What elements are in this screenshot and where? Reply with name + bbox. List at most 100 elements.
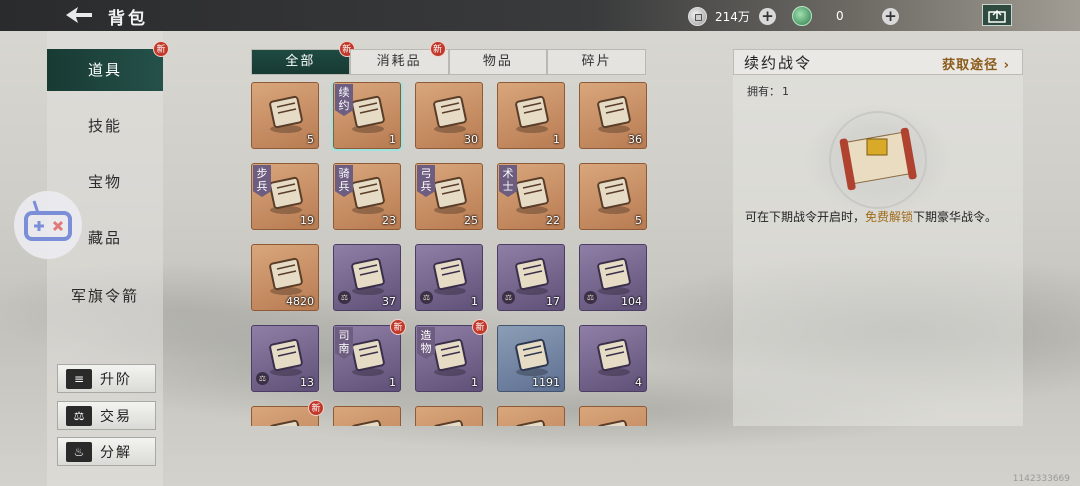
desc-text: 可在下期战令开启时， — [745, 210, 866, 224]
item-slot[interactable]: 新 — [251, 400, 324, 426]
item-slot[interactable]: 1191 — [497, 325, 565, 392]
item-count: 13 — [300, 376, 314, 389]
item-slot[interactable]: ⚖ 17 — [497, 244, 565, 311]
item-grid: 5 续约 1 30 1 36 步兵 19 骑兵 23 弓兵 25 术士 22 5 4820 ⚖ 37 ⚖ 1 ⚖ 17 ⚖ 1… — [251, 82, 651, 426]
item-slot[interactable]: 造物 1 新 — [415, 319, 488, 392]
item-slot[interactable]: 5 — [251, 82, 319, 149]
item-icon — [510, 415, 554, 426]
tab-all[interactable]: 全部 新 — [251, 41, 355, 75]
desc-text: 下期豪华战令。 — [913, 210, 998, 224]
item-tag: 续约 — [335, 84, 353, 116]
item-slot[interactable]: 5 — [579, 163, 647, 230]
owned-label: 拥有： — [747, 85, 780, 98]
sidebar-item-skills[interactable]: 技能 — [47, 105, 163, 147]
item-slot[interactable]: 续约 1 — [331, 82, 403, 151]
back-arrow-icon — [66, 7, 92, 23]
seal-token-icon — [264, 334, 308, 378]
chevron-right-icon: › — [1003, 58, 1010, 73]
drum-icon — [510, 253, 554, 297]
decompose-button[interactable]: ♨ 分解 — [57, 437, 156, 466]
obtain-source-label: 获取途径 — [942, 58, 999, 73]
item-slot[interactable]: 1 — [497, 82, 565, 149]
item-slot[interactable]: ⚖ 104 — [579, 244, 647, 311]
user-id: 1142333669 — [1012, 474, 1070, 484]
trade-label: 交易 — [100, 408, 132, 425]
tradable-scale-icon: ⚖ — [256, 372, 269, 385]
back-button[interactable] — [64, 5, 94, 25]
tab-label: 全部 — [285, 54, 316, 69]
item-tag: 步兵 — [253, 165, 271, 197]
tradable-scale-icon: ⚖ — [420, 291, 433, 304]
item-slot[interactable]: 4 — [579, 325, 647, 392]
obtain-source-link[interactable]: 获取途径 › — [942, 54, 1010, 73]
item-count: 1 — [389, 133, 396, 146]
item-tag: 造物 — [417, 327, 435, 359]
upgrade-icon: ≡ — [66, 368, 92, 389]
gamepad-overlay-button[interactable] — [14, 191, 82, 259]
item-slot[interactable] — [579, 406, 647, 426]
new-badge: 新 — [390, 319, 406, 335]
item-slot[interactable] — [415, 406, 483, 426]
add-silver-button[interactable]: + — [759, 7, 776, 25]
item-count: 5 — [635, 214, 642, 227]
item-count: 1 — [553, 133, 560, 146]
rolled-scroll-icon — [592, 172, 636, 216]
share-button[interactable] — [982, 4, 1012, 26]
tab-label: 消耗品 — [376, 54, 422, 69]
item-count: 36 — [628, 133, 642, 146]
item-slot[interactable]: ⚖ 13 — [251, 325, 319, 392]
item-slot[interactable]: 步兵 19 — [251, 163, 319, 230]
item-slot[interactable]: 弓兵 25 — [415, 163, 483, 230]
scale-icon: ⚖ — [66, 405, 92, 426]
top-bar: 背包 214万 + 0 + — [0, 0, 1080, 31]
tradable-scale-icon: ⚖ — [502, 291, 515, 304]
jade-value: 0 — [836, 9, 844, 23]
item-slot[interactable]: ⚖ 37 — [333, 244, 401, 311]
sidebar-item-banners[interactable]: 军旗令箭 — [47, 275, 163, 317]
add-jade-button[interactable]: + — [882, 7, 899, 25]
share-icon — [988, 9, 1006, 23]
item-count: 1191 — [532, 376, 560, 389]
item-slot[interactable]: ⚖ 1 — [415, 244, 483, 311]
owned-value: 1 — [782, 85, 789, 98]
item-slot[interactable] — [333, 406, 401, 426]
bamboo-slips-icon — [264, 253, 308, 297]
silver-value: 214万 — [715, 9, 750, 24]
item-count: 1 — [471, 295, 478, 308]
supplies-icon — [510, 334, 554, 378]
tab-consumables[interactable]: 消耗品 新 — [349, 41, 449, 75]
item-description: 可在下期战令开启时，免费解锁下期豪华战令。 — [745, 207, 1011, 228]
item-tabs: 全部 新 消耗品 新 物品 碎片 — [251, 41, 646, 75]
item-slot[interactable]: 司南 1 新 — [333, 319, 406, 392]
item-tag: 弓兵 — [417, 165, 435, 197]
tab-goods[interactable]: 物品 — [448, 49, 548, 75]
letter-scroll-icon — [510, 91, 554, 135]
new-badge: 新 — [472, 319, 488, 335]
item-count: 25 — [464, 214, 478, 227]
item-icon — [346, 415, 390, 426]
item-slot[interactable] — [497, 406, 565, 426]
item-count: 1 — [389, 376, 396, 389]
decompose-label: 分解 — [100, 444, 132, 461]
detail-title: 续约战令 — [744, 54, 813, 72]
tab-fragments[interactable]: 碎片 — [547, 49, 646, 75]
item-slot[interactable]: 骑兵 23 — [333, 163, 401, 230]
sidebar-item-items[interactable]: 道具 新 — [47, 41, 169, 91]
upgrade-button[interactable]: ≡ 升阶 — [57, 364, 156, 393]
item-count: 4820 — [286, 295, 314, 308]
desc-highlight: 免费解锁 — [865, 210, 914, 224]
trade-button[interactable]: ⚖ 交易 — [57, 401, 156, 430]
gamepad-icon — [24, 200, 72, 241]
item-count: 17 — [546, 295, 560, 308]
item-slot[interactable]: 术士 22 — [497, 163, 565, 230]
item-large-art — [805, 105, 951, 215]
item-icon — [592, 415, 636, 426]
item-slot[interactable]: 36 — [579, 82, 647, 149]
item-tag: 骑兵 — [335, 165, 353, 197]
item-slot[interactable]: 4820 — [251, 244, 319, 311]
warrior-figure-icon — [428, 253, 472, 297]
upgrade-label: 升阶 — [100, 371, 132, 388]
item-count: 5 — [307, 133, 314, 146]
item-slot[interactable]: 30 — [415, 82, 483, 149]
detail-header: 续约战令 获取途径 › — [733, 49, 1023, 75]
